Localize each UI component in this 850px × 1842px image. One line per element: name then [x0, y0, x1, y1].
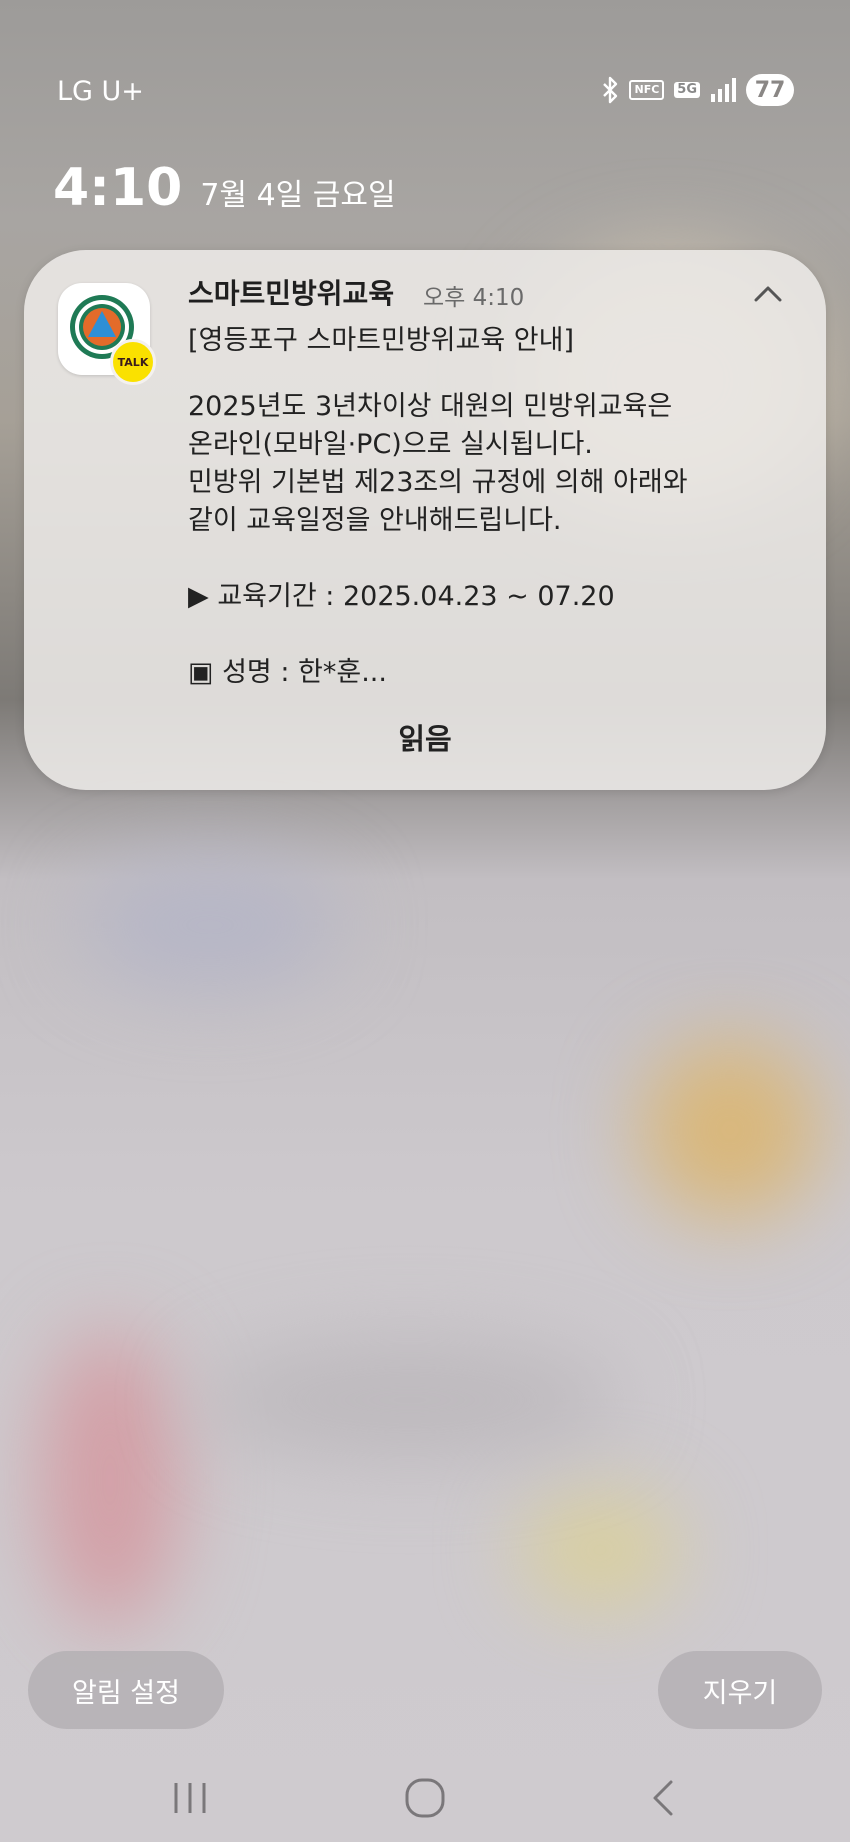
- battery-indicator: 77: [746, 74, 794, 106]
- kakaotalk-badge-icon: TALK: [110, 339, 156, 385]
- nfc-icon: NFC: [629, 80, 665, 100]
- status-bar: LG U+ NFC 5G 77: [0, 0, 850, 110]
- notification-body: 2025년도 3년차이상 대원의 민방위교육은 온라인(모바일·PC)으로 실시…: [188, 388, 788, 692]
- clock-date: 7월 4일 금요일: [200, 178, 396, 213]
- status-icons: NFC 5G 77: [601, 74, 794, 106]
- bluetooth-icon: [603, 76, 618, 104]
- notification-title: [영등포구 스마트민방위교육 안내]: [188, 325, 574, 356]
- navigation-bar: [0, 1760, 850, 1842]
- mark-read-button[interactable]: 읽음: [330, 714, 520, 764]
- notification-time: 오후 4:10: [423, 285, 525, 311]
- 5g-icon: 5G: [674, 82, 700, 98]
- signal-icon: [711, 78, 736, 102]
- lockscreen-clock: 4:10 7월 4일 금요일: [53, 158, 396, 218]
- body-line: 온라인(모바일·PC)으로 실시됩니다.: [188, 429, 593, 460]
- home-icon[interactable]: [395, 1768, 455, 1828]
- education-period: ▶ 교육기간 : 2025.04.23 ~ 07.20: [188, 581, 615, 612]
- notification-settings-button[interactable]: 알림 설정: [28, 1651, 224, 1729]
- chevron-up-icon[interactable]: [748, 278, 788, 310]
- clear-button[interactable]: 지우기: [658, 1651, 822, 1729]
- back-icon[interactable]: [635, 1768, 695, 1828]
- clock-time: 4:10: [53, 158, 183, 218]
- body-line: 2025년도 3년차이상 대원의 민방위교육은: [188, 391, 673, 422]
- recipient-name: ▣ 성명 : 한*훈...: [188, 657, 387, 688]
- recents-icon[interactable]: [160, 1768, 220, 1828]
- body-line: 같이 교육일정을 안내해드립니다.: [188, 505, 562, 536]
- body-line: 민방위 기본법 제23조의 규정에 의해 아래와: [188, 467, 688, 498]
- notification-app-name: 스마트민방위교육: [188, 277, 395, 310]
- carrier-label: LG U+: [57, 76, 144, 107]
